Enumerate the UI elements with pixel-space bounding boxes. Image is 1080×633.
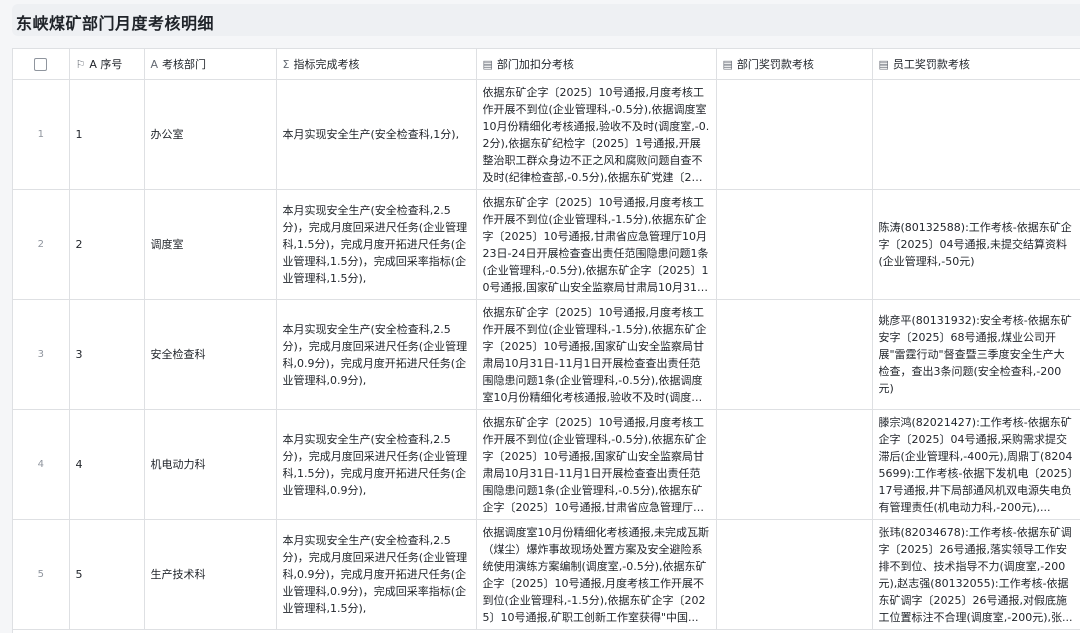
cell-staff-reward[interactable]: 张玮(82034678):工作考核-依据东矿调字〔2025〕26号通报,落实领导…: [872, 519, 1080, 630]
column-header-label: 部门加扣分考核: [496, 58, 574, 71]
cell-seq[interactable]: 4: [69, 409, 145, 520]
cell-dept[interactable]: 安全检查科: [144, 299, 277, 410]
column-header-indicator[interactable]: Σ 指标完成考核: [276, 49, 477, 80]
cell-text: 本月实现安全生产(安全检查科,2.5分)，完成月度回采进尺任务(企业管理科,0.…: [282, 322, 468, 387]
column-header-staff-reward[interactable]: ▤ 员工奖罚款考核: [872, 49, 1080, 80]
column-header-label: A 序号: [89, 58, 123, 71]
cell-bonus[interactable]: 依据东矿企字〔2025〕10号通报,月度考核工作开展不到位(企业管理科,-1.5…: [476, 189, 717, 300]
row-number: 3: [13, 299, 70, 410]
cell-dept-reward[interactable]: [716, 299, 873, 410]
column-header-seq[interactable]: ⚐ A 序号: [69, 49, 145, 80]
cell-text: 依据东矿企字〔2025〕10号通报,月度考核工作开展不到位(企业管理科,-1.5…: [482, 195, 709, 294]
select-all-header: [13, 49, 70, 80]
table-row[interactable]: 5 5 生产技术科 本月实现安全生产(安全检查科,2.5分)，完成月度回采进尺任…: [13, 519, 1080, 630]
table-row[interactable]: 4 4 机电动力科 本月实现安全生产(安全检查科,2.5分)，完成月度回采进尺任…: [13, 409, 1080, 520]
formula-icon: Σ: [282, 58, 290, 71]
cell-text: 依据东矿企字〔2025〕10号通报,月度考核工作开展不到位(企业管理科,-0.5…: [482, 415, 707, 514]
cell-indicator[interactable]: 本月实现安全生产(安全检查科,1分),: [276, 79, 477, 190]
column-header-label: 考核部门: [162, 58, 207, 71]
cell-dept[interactable]: 办公室: [144, 79, 277, 190]
cell-text: 本月实现安全生产(安全检查科,2.5分)，完成月度回采进尺任务(企业管理科,1.…: [282, 204, 468, 285]
data-table: ⚐ A 序号 A 考核部门 Σ 指标完成考核 ▤ 部门加扣分考核 ▤ 部门奖罚款考核 ▤ 员…: [12, 48, 1080, 633]
column-header-dept[interactable]: A 考核部门: [144, 49, 277, 80]
cell-text: 张玮(82034678):工作考核-依据东矿调字〔2025〕26号通报,落实领导…: [878, 525, 1073, 624]
cell-text: 依据东矿企字〔2025〕10号通报,月度考核工作开展不到位(企业管理科,-0.5…: [482, 85, 710, 184]
cell-indicator[interactable]: 本月实现安全生产(安全检查科,2.5分)，完成月度回采进尺任务(企业管理科,1.…: [276, 409, 477, 520]
cell-text: 依据调度室10月份精细化考核通报,未完成瓦斯（煤尘）爆炸事故现场处置方案及安全避…: [482, 525, 710, 624]
cell-bonus[interactable]: 依据调度室10月份精细化考核通报,未完成瓦斯（煤尘）爆炸事故现场处置方案及安全避…: [476, 519, 717, 630]
table-header-row: ⚐ A 序号 A 考核部门 Σ 指标完成考核 ▤ 部门加扣分考核 ▤ 部门奖罚款考核 ▤ 员…: [13, 49, 1080, 80]
cell-indicator[interactable]: 本月实现安全生产(安全检查科,2.5分)，完成月度回采进尺任务(企业管理科,0.…: [276, 299, 477, 410]
cell-staff-reward[interactable]: [872, 79, 1080, 190]
cell-dept[interactable]: 生产技术科: [144, 519, 277, 630]
column-header-label: 指标完成考核: [293, 58, 360, 71]
cell-dept-reward[interactable]: [716, 79, 873, 190]
cell-bonus[interactable]: 依据东矿企字〔2025〕10号通报,月度考核工作开展不到位(企业管理科,-0.5…: [476, 79, 717, 190]
select-all-checkbox[interactable]: [34, 57, 48, 71]
cell-indicator[interactable]: 本月实现安全生产(安全检查科,2.5分)，完成月度回采进尺任务(企业管理科,0.…: [276, 519, 477, 630]
column-header-bonus[interactable]: ▤ 部门加扣分考核: [476, 49, 717, 80]
cell-dept-reward[interactable]: [716, 519, 873, 630]
cell-seq[interactable]: 2: [69, 189, 145, 300]
row-number: 5: [13, 519, 70, 630]
cell-staff-reward[interactable]: 姚彦平(80131932):安全考核-依据东矿安字〔2025〕68号通报,煤业公…: [872, 299, 1080, 410]
row-number: 1: [13, 79, 70, 190]
cell-bonus[interactable]: 依据东矿企字〔2025〕10号通报,月度考核工作开展不到位(企业管理科,-1.5…: [476, 299, 717, 410]
lookup-field-icon: ▤: [878, 58, 889, 71]
table-row[interactable]: 3 3 安全检查科 本月实现安全生产(安全检查科,2.5分)，完成月度回采进尺任…: [13, 299, 1080, 410]
cell-text: 滕宗鸿(82021427):工作考核-依据东矿企字〔2025〕04号通报,采购需…: [878, 415, 1073, 514]
cell-staff-reward[interactable]: 滕宗鸿(82021427):工作考核-依据东矿企字〔2025〕04号通报,采购需…: [872, 409, 1080, 520]
cell-staff-reward[interactable]: 陈涛(80132588):工作考核-依据东矿企字〔2025〕04号通报,未提交结…: [872, 189, 1080, 300]
cell-text: 本月实现安全生产(安全检查科,2.5分)，完成月度回采进尺任务(企业管理科,1.…: [282, 432, 468, 497]
cell-indicator[interactable]: 本月实现安全生产(安全检查科,2.5分)，完成月度回采进尺任务(企业管理科,1.…: [276, 189, 477, 300]
cell-dept[interactable]: 调度室: [144, 189, 277, 300]
page-title: 东峡煤矿部门月度考核明细: [16, 14, 215, 33]
cell-dept-reward[interactable]: [716, 409, 873, 520]
table-row[interactable]: 2 2 调度室 本月实现安全生产(安全检查科,2.5分)，完成月度回采进尺任务(…: [13, 189, 1080, 300]
cell-seq[interactable]: 3: [69, 299, 145, 410]
cell-seq[interactable]: 1: [69, 79, 145, 190]
cell-text: 本月实现安全生产(安全检查科,1分),: [282, 128, 460, 141]
cell-seq[interactable]: 5: [69, 519, 145, 630]
cell-text: 本月实现安全生产(安全检查科,2.5分)，完成月度回采进尺任务(企业管理科,0.…: [282, 534, 468, 615]
cell-text: 陈涛(80132588):工作考核-依据东矿企字〔2025〕04号通报,未提交结…: [878, 221, 1072, 268]
column-header-label: 员工奖罚款考核: [892, 58, 970, 71]
cell-bonus[interactable]: 依据东矿企字〔2025〕10号通报,月度考核工作开展不到位(企业管理科,-0.5…: [476, 409, 717, 520]
text-field-icon: A: [150, 58, 159, 71]
flag-icon: ⚐: [75, 58, 86, 71]
cell-dept-reward[interactable]: [716, 189, 873, 300]
lookup-field-icon: ▤: [482, 58, 493, 71]
cell-dept[interactable]: 机电动力科: [144, 409, 277, 520]
cell-text: 依据东矿企字〔2025〕10号通报,月度考核工作开展不到位(企业管理科,-1.5…: [482, 305, 707, 404]
column-header-label: 部门奖罚款考核: [736, 58, 814, 71]
column-header-dept-reward[interactable]: ▤ 部门奖罚款考核: [716, 49, 873, 80]
row-number: 4: [13, 409, 70, 520]
lookup-field-icon: ▤: [722, 58, 733, 71]
table-row[interactable]: 1 1 办公室 本月实现安全生产(安全检查科,1分), 依据东矿企字〔2025〕…: [13, 79, 1080, 190]
cell-text: 姚彦平(80131932):安全考核-依据东矿安字〔2025〕68号通报,煤业公…: [878, 314, 1072, 395]
row-number: 2: [13, 189, 70, 300]
